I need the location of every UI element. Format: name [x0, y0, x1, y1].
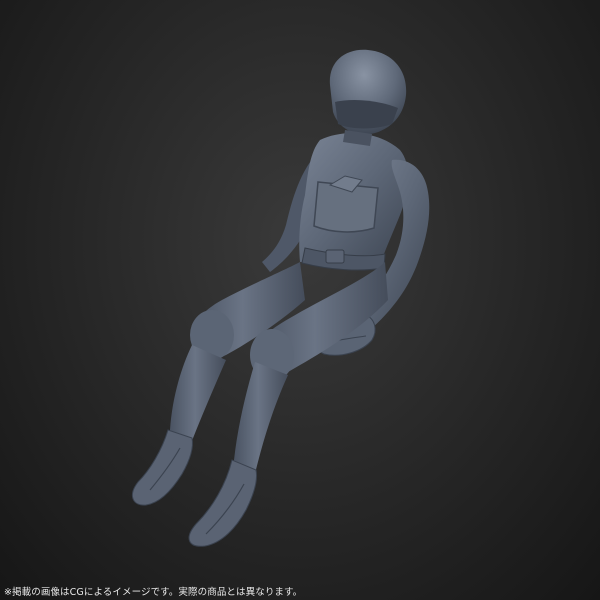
pilot-figure: [131, 49, 430, 547]
product-image: ※掲載の画像はCGによるイメージです。実際の商品とは異なります。: [0, 0, 600, 600]
right-shin: [233, 362, 288, 477]
left-shin: [169, 345, 226, 448]
disclaimer-caption: ※掲載の画像はCGによるイメージです。実際の商品とは異なります。: [4, 587, 303, 598]
right-boot: [188, 459, 257, 547]
left-boot: [131, 429, 193, 506]
